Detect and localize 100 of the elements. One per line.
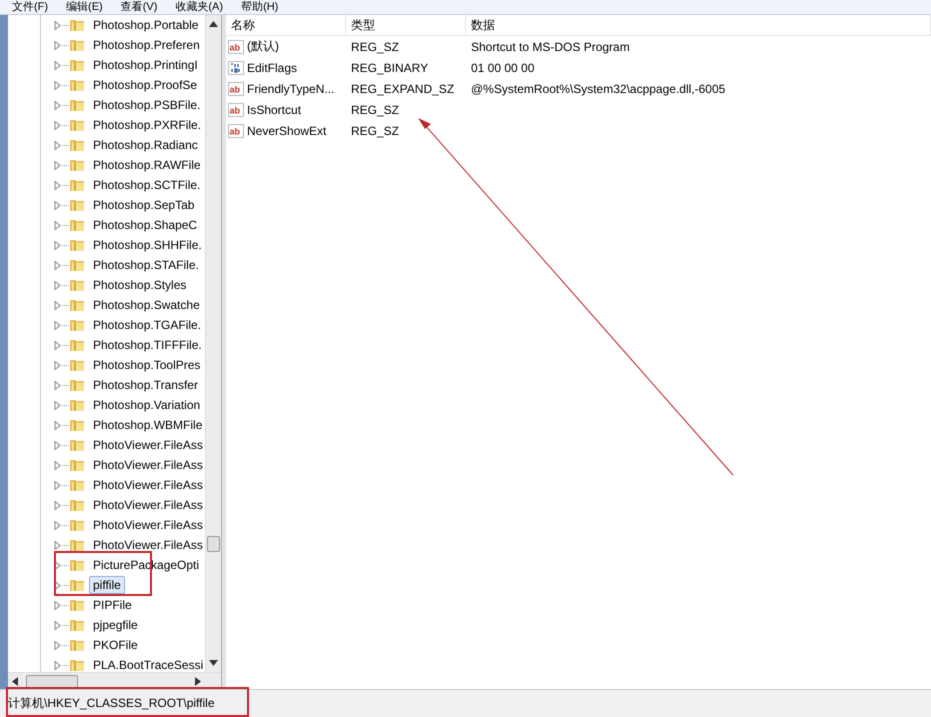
expand-arrow-icon[interactable] — [53, 100, 62, 110]
folder-icon — [69, 377, 85, 393]
expand-arrow-icon[interactable] — [53, 80, 62, 90]
binary-value-icon — [228, 60, 244, 76]
expand-arrow-icon[interactable] — [53, 260, 62, 270]
expand-arrow-icon[interactable] — [53, 280, 62, 290]
folder-icon — [69, 257, 85, 273]
value-name[interactable]: EditFlags — [246, 60, 298, 74]
menu-item[interactable]: 帮助(H) — [241, 1, 278, 13]
tree-item[interactable]: Photoshop.Preferen — [89, 36, 204, 54]
expand-arrow-icon[interactable] — [53, 180, 62, 190]
tree-item[interactable]: Photoshop.ToolPres — [89, 356, 204, 374]
tree-item[interactable]: Photoshop.Radianc — [89, 136, 202, 154]
tree-item[interactable]: Photoshop.Transfer — [89, 376, 202, 394]
expand-arrow-icon[interactable] — [53, 380, 62, 390]
scroll-left-icon[interactable] — [12, 676, 18, 686]
tree-item[interactable]: Photoshop.WBMFile — [89, 416, 205, 434]
tree-item[interactable]: pjpegfile — [89, 616, 142, 634]
folder-icon — [69, 277, 85, 293]
menu-item[interactable]: 收藏夹(A) — [175, 1, 224, 13]
folder-icon — [69, 137, 85, 153]
value-name[interactable]: NeverShowExt — [246, 124, 326, 138]
menu-item[interactable]: 查看(V) — [120, 1, 158, 13]
value-name[interactable]: IsShortcut — [246, 102, 302, 116]
tree-item[interactable]: Photoshop.PXRFile. — [89, 116, 205, 134]
tree-item[interactable]: Photoshop.Variation — [89, 396, 204, 414]
tree-item[interactable]: Photoshop.ProofSe — [89, 76, 202, 94]
column-header[interactable]: 数据 — [466, 15, 931, 35]
expand-arrow-icon[interactable] — [53, 60, 62, 70]
expand-arrow-icon[interactable] — [53, 640, 62, 650]
tree-item[interactable]: Photoshop.TGAFile. — [89, 316, 205, 334]
scroll-up-icon[interactable] — [209, 21, 218, 27]
folder-icon — [69, 417, 85, 433]
tree-item[interactable]: Photoshop.TIFFFile. — [89, 336, 205, 354]
tree-item[interactable]: Photoshop.RAWFile — [89, 156, 205, 174]
expand-arrow-icon[interactable] — [53, 120, 62, 130]
value-type: REG_BINARY — [350, 60, 430, 74]
expand-arrow-icon[interactable] — [53, 600, 62, 610]
expand-arrow-icon[interactable] — [53, 20, 62, 30]
tree-item[interactable]: Photoshop.STAFile. — [89, 256, 203, 274]
tree-item[interactable]: Photoshop.SepTab — [89, 196, 198, 214]
tree-item[interactable]: Photoshop.PSBFile. — [89, 96, 204, 114]
expand-arrow-icon[interactable] — [53, 300, 62, 310]
tree-item[interactable]: PhotoViewer.FileAss — [89, 436, 205, 454]
tree-item[interactable]: Photoshop.SHHFile. — [89, 236, 205, 254]
tree-item[interactable]: Photoshop.Portable — [89, 16, 202, 34]
expand-arrow-icon[interactable] — [53, 140, 62, 150]
scrollbar-thumb[interactable] — [207, 536, 220, 552]
tree-item[interactable]: piffile — [89, 576, 125, 594]
tree-item[interactable]: Photoshop.Styles — [89, 276, 190, 294]
expand-arrow-icon[interactable] — [53, 320, 62, 330]
tree-item[interactable]: PhotoViewer.FileAss — [89, 536, 205, 554]
column-header[interactable]: 类型 — [346, 15, 466, 35]
expand-arrow-icon[interactable] — [53, 580, 62, 590]
expand-arrow-icon[interactable] — [53, 160, 62, 170]
tree-item[interactable]: PhotoViewer.FileAss — [89, 456, 205, 474]
expand-arrow-icon[interactable] — [53, 500, 62, 510]
expand-arrow-icon[interactable] — [53, 520, 62, 530]
tree-item[interactable]: PIPFile — [89, 596, 136, 614]
tree-item[interactable]: Photoshop.Swatche — [89, 296, 204, 314]
expand-arrow-icon[interactable] — [53, 40, 62, 50]
expand-arrow-icon[interactable] — [53, 340, 62, 350]
value-name[interactable]: (默认) — [246, 38, 279, 55]
scrollbar-thumb[interactable] — [26, 674, 78, 688]
menu-item[interactable]: 文件(F) — [12, 1, 48, 13]
scroll-right-icon[interactable] — [195, 676, 201, 686]
expand-arrow-icon[interactable] — [53, 420, 62, 430]
expand-arrow-icon[interactable] — [53, 620, 62, 630]
expand-arrow-icon[interactable] — [53, 460, 62, 470]
column-header[interactable]: 名称 — [226, 15, 346, 35]
tree-item[interactable]: Photoshop.ShapeC — [89, 216, 202, 234]
tree-item[interactable]: PhotoViewer.FileAss — [89, 496, 205, 514]
expand-arrow-icon[interactable] — [53, 440, 62, 450]
value-name[interactable]: FriendlyTypeN... — [246, 82, 334, 96]
folder-icon — [69, 537, 85, 553]
tree-item[interactable]: Photoshop.SCTFile. — [89, 176, 204, 194]
string-value-icon: ab — [228, 122, 244, 138]
expand-arrow-icon[interactable] — [53, 360, 62, 370]
folder-icon — [69, 337, 85, 353]
tree-item[interactable]: PhotoViewer.FileAss — [89, 476, 205, 494]
expand-arrow-icon[interactable] — [53, 560, 62, 570]
tree-item[interactable]: Photoshop.PrintingI — [89, 56, 202, 74]
tree-item[interactable]: PKOFile — [89, 636, 142, 654]
expand-arrow-icon[interactable] — [53, 660, 62, 670]
expand-arrow-icon[interactable] — [53, 220, 62, 230]
tree-item[interactable]: PhotoViewer.FileAss — [89, 516, 205, 534]
expand-arrow-icon[interactable] — [53, 540, 62, 550]
expand-arrow-icon[interactable] — [53, 400, 62, 410]
folder-icon — [69, 517, 85, 533]
tree-item[interactable]: PLA.BootTraceSessi — [89, 656, 205, 672]
folder-icon — [69, 237, 85, 253]
value-type: REG_SZ — [350, 124, 400, 138]
expand-arrow-icon[interactable] — [53, 200, 62, 210]
folder-icon — [69, 157, 85, 173]
folder-icon — [69, 557, 85, 573]
scroll-down-icon[interactable] — [209, 660, 218, 666]
menu-item[interactable]: 编辑(E) — [66, 1, 103, 13]
expand-arrow-icon[interactable] — [53, 240, 62, 250]
expand-arrow-icon[interactable] — [53, 480, 62, 490]
status-path: 计算机\HKEY_CLASSES_ROOT\piffile — [7, 695, 215, 712]
